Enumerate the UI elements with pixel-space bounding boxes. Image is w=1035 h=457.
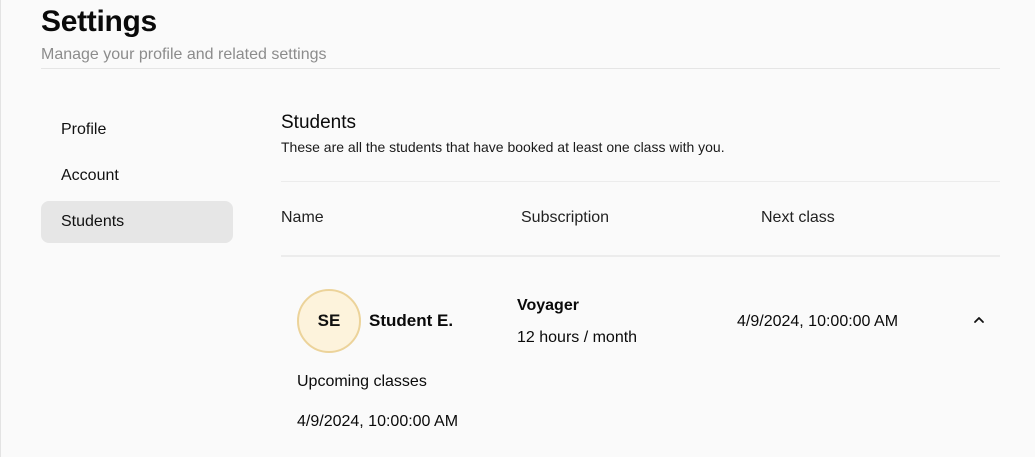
section-description: These are all the students that have boo… xyxy=(281,139,725,155)
page-title: Settings xyxy=(41,5,157,38)
sidebar-item-students[interactable]: Students xyxy=(41,201,233,243)
section-divider xyxy=(281,181,1000,182)
collapse-row-button[interactable] xyxy=(967,308,991,332)
sidebar-item-profile[interactable]: Profile xyxy=(41,109,233,151)
page-subtitle: Manage your profile and related settings xyxy=(41,46,327,63)
upcoming-classes-title: Upcoming classes xyxy=(297,373,427,390)
student-name: Student E. xyxy=(369,311,454,330)
subscription-plan: Voyager xyxy=(517,297,579,314)
table-header-divider xyxy=(281,255,1000,257)
settings-sidebar: Profile Account Students xyxy=(41,109,233,247)
sidebar-item-account[interactable]: Account xyxy=(41,155,233,197)
upcoming-class-item: 4/9/2024, 10:00:00 AM xyxy=(297,413,459,430)
chevron-up-icon xyxy=(974,317,984,323)
column-header-name: Name xyxy=(281,209,324,226)
column-header-next-class: Next class xyxy=(761,209,835,226)
header-divider xyxy=(41,68,1000,69)
subscription-hours: 12 hours / month xyxy=(517,329,638,346)
section-title: Students xyxy=(281,112,356,133)
next-class-datetime: 4/9/2024, 10:00:00 AM xyxy=(737,313,899,330)
column-header-subscription: Subscription xyxy=(521,209,610,226)
avatar: SE xyxy=(297,289,361,353)
